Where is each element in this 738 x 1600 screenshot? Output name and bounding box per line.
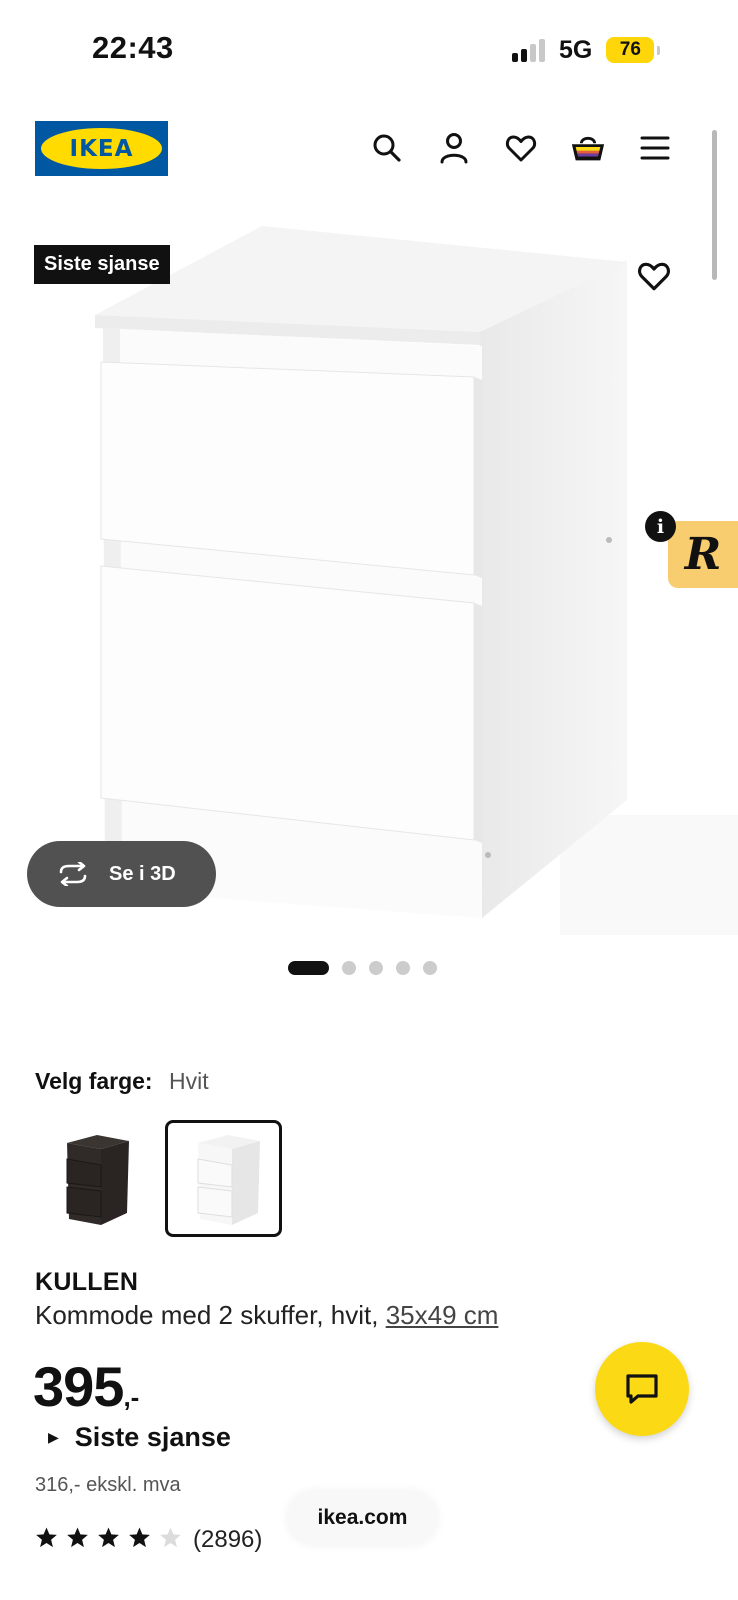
account-icon[interactable]	[436, 130, 472, 166]
last-chance-badge: Siste sjanse	[34, 245, 170, 284]
reco-widget-button[interactable]: R	[668, 521, 738, 588]
product-dimensions-link[interactable]: 35x49 cm	[386, 1300, 499, 1330]
product-description-text: Kommode med 2 skuffer, hvit,	[35, 1300, 386, 1330]
logo-text: IKEA	[69, 135, 134, 162]
status-indicators: 5G 76	[512, 34, 661, 66]
address-url: ikea.com	[317, 1506, 408, 1529]
star-filled-icon	[98, 1527, 119, 1548]
view-3d-button[interactable]: Se i 3D	[27, 841, 216, 907]
rotate-icon	[59, 862, 87, 886]
info-icon[interactable]: i	[645, 511, 676, 542]
review-count[interactable]: (2896)	[193, 1526, 262, 1554]
search-icon[interactable]	[369, 130, 405, 166]
star-filled-icon	[36, 1527, 57, 1548]
network-label: 5G	[559, 35, 593, 64]
pagination-dot[interactable]	[423, 961, 437, 975]
last-chance-label: Siste sjanse	[74, 1422, 231, 1452]
image-pagination[interactable]	[288, 961, 437, 975]
battery-icon: 76	[606, 37, 661, 63]
address-bar[interactable]: ikea.com	[287, 1491, 438, 1545]
price-suffix: ,-	[123, 1382, 140, 1412]
color-label: Velg farge:	[35, 1068, 153, 1094]
product-price: 395,-	[33, 1354, 139, 1419]
chat-icon	[626, 1374, 658, 1404]
star-filled-icon	[129, 1527, 150, 1548]
rating-stars[interactable]	[35, 1526, 182, 1549]
cart-icon[interactable]	[570, 130, 606, 166]
product-description: Kommode med 2 skuffer, hvit, 35x49 cm	[35, 1300, 498, 1331]
chat-button[interactable]	[595, 1342, 689, 1436]
price-ex-vat: 316,- ekskl. mva	[35, 1474, 181, 1496]
favorites-icon[interactable]	[503, 130, 539, 166]
pagination-dot[interactable]	[288, 961, 329, 975]
pagination-dot[interactable]	[342, 961, 356, 975]
color-option-white[interactable]	[165, 1120, 282, 1237]
price-value: 395	[33, 1355, 124, 1418]
star-filled-icon	[67, 1527, 88, 1548]
signal-icon	[512, 38, 545, 62]
last-chance-toggle[interactable]: ▶ Siste sjanse	[48, 1422, 231, 1453]
reco-logo-icon: R	[684, 529, 722, 580]
caret-right-icon: ▶	[48, 1429, 59, 1445]
pagination-dot[interactable]	[369, 961, 383, 975]
product-name[interactable]: KULLEN	[35, 1268, 138, 1297]
color-selector-header: Velg farge: Hvit	[35, 1068, 209, 1095]
save-to-favorites-icon[interactable]	[637, 260, 673, 296]
view-3d-label: Se i 3D	[109, 862, 176, 885]
product-image[interactable]	[0, 215, 738, 935]
star-empty-icon	[160, 1527, 181, 1548]
ikea-logo[interactable]: IKEA	[35, 121, 168, 176]
color-option-black-brown[interactable]	[34, 1120, 151, 1237]
status-time: 22:43	[92, 30, 174, 65]
color-value: Hvit	[169, 1068, 209, 1094]
menu-icon[interactable]	[637, 130, 673, 166]
pagination-dot[interactable]	[396, 961, 410, 975]
